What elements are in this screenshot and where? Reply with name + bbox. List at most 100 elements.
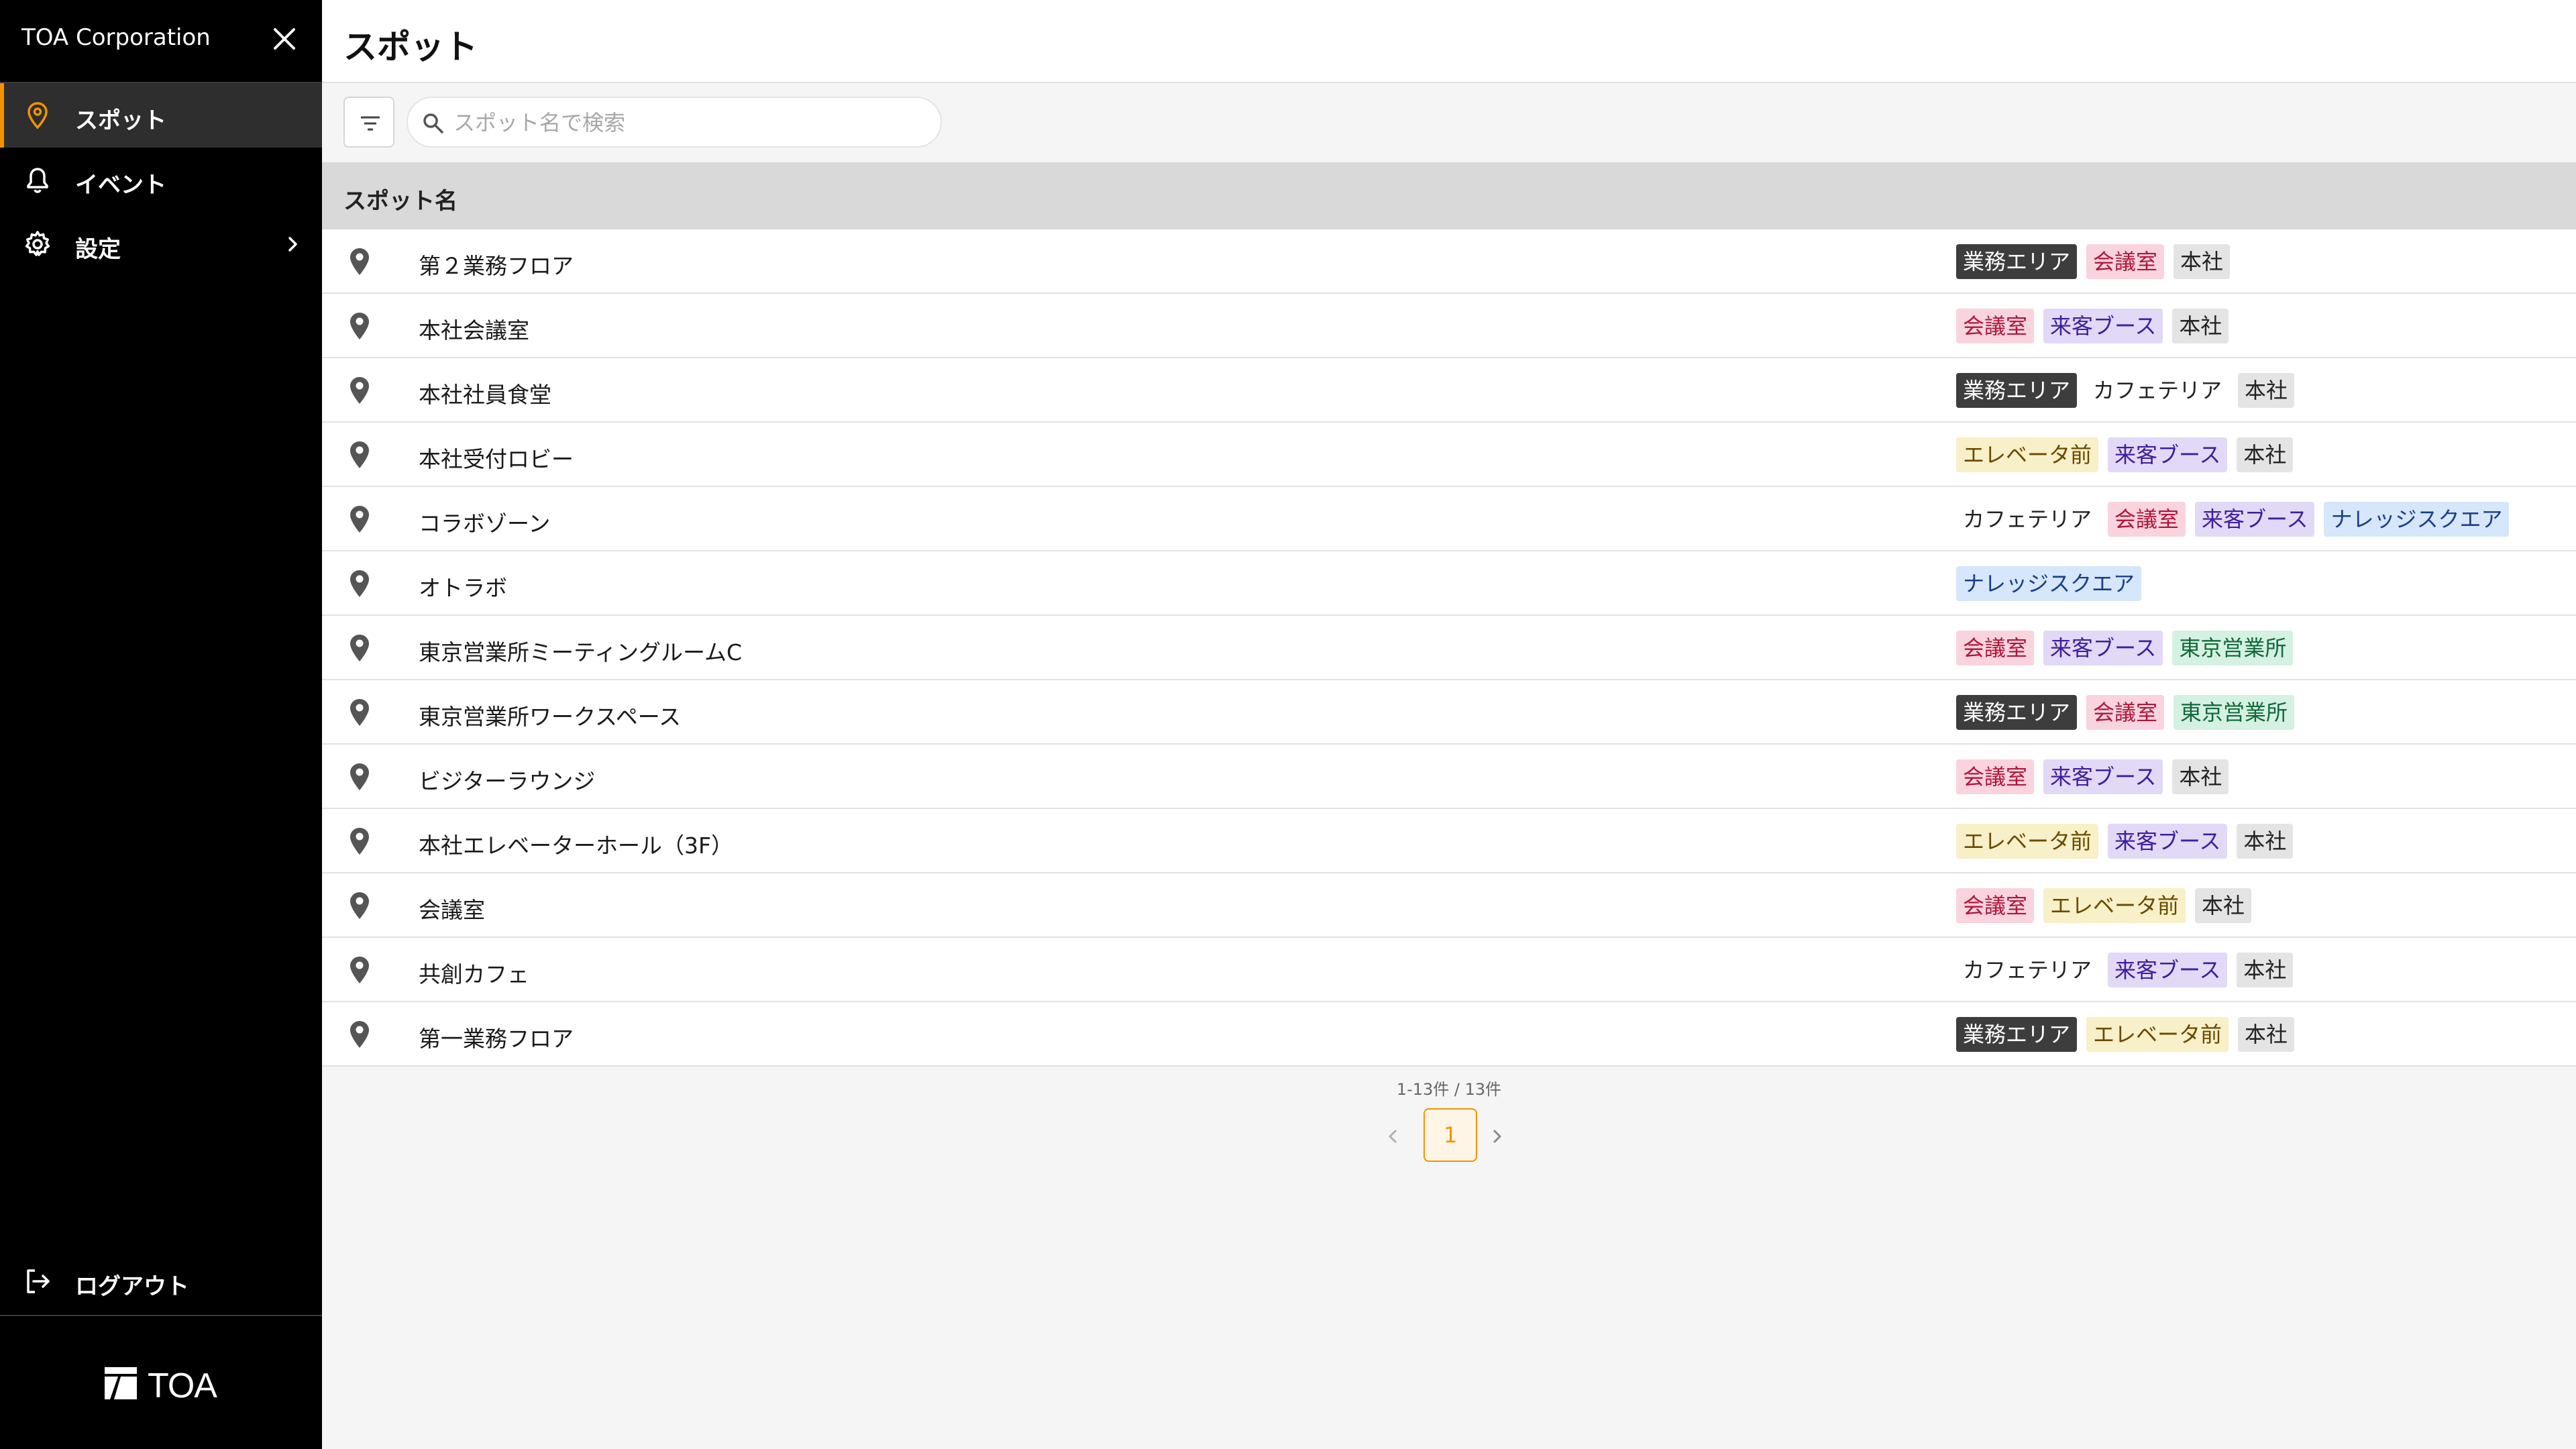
logout-button[interactable]: ログアウト xyxy=(0,1249,322,1313)
table-row[interactable]: 東京営業所ワークスペース 業務エリア 会議室 東京営業所 xyxy=(322,680,2576,745)
tag-badge: 東京営業所 xyxy=(2174,695,2295,730)
tag-badge: 業務エリア xyxy=(1956,244,2078,279)
toolbar xyxy=(322,83,2576,162)
spot-name: 東京営業所ミーティングルームC xyxy=(419,639,743,665)
tag-badge: ナレッジスクエア xyxy=(1956,566,2142,601)
location-pin-icon xyxy=(346,1018,373,1051)
divider xyxy=(0,1315,322,1316)
chevron-left-icon[interactable] xyxy=(1382,1126,1403,1147)
tag-badge: 本社 xyxy=(2237,437,2294,472)
tag-badge: 会議室 xyxy=(1956,631,2035,665)
spot-name: 本社会議室 xyxy=(419,317,529,343)
location-pin-icon xyxy=(346,825,373,857)
sidebar-item-spot[interactable]: スポット xyxy=(0,83,322,148)
close-icon[interactable] xyxy=(266,20,303,58)
location-pin-icon xyxy=(346,246,373,278)
tag-badge: 本社 xyxy=(2238,1017,2295,1052)
tag-badge: 来客ブース xyxy=(2043,759,2163,794)
column-header-spot-name[interactable]: スポット名 xyxy=(343,182,458,215)
tag-badge: 会議室 xyxy=(1956,888,2035,923)
spot-name: 本社受付ロビー xyxy=(419,446,574,472)
toa-logo: TOA xyxy=(103,1363,224,1405)
sidebar: TOA Corporation スポット イベント 設定 ログアウト TOA xyxy=(0,0,322,1449)
sidebar-item-event[interactable]: イベント xyxy=(0,148,322,212)
table-row[interactable]: コラボゾーン カフェテリア 会議室 来客ブース ナレッジスクエア xyxy=(322,487,2576,551)
tag-badge: ナレッジスクエア xyxy=(2324,502,2510,537)
table-row[interactable]: 本社会議室 会議室 来客ブース 本社 xyxy=(322,294,2576,358)
tag-badge: カフェテリア xyxy=(1956,953,2099,987)
page-header: スポット xyxy=(322,0,2576,83)
tag-list: 会議室 エレベータ前 本社 xyxy=(1956,888,2252,923)
tag-badge: エレベータ前 xyxy=(1956,824,2099,859)
location-pin-icon xyxy=(346,503,373,535)
logo-text: TOA xyxy=(148,1366,217,1405)
sidebar-header: TOA Corporation xyxy=(0,0,322,83)
sidebar-item-settings[interactable]: 設定 xyxy=(0,212,322,276)
table-header: スポット名 xyxy=(322,162,2576,229)
filter-icon xyxy=(361,116,380,131)
tag-badge: 本社 xyxy=(2195,888,2252,923)
location-pin-icon xyxy=(346,310,373,342)
search-input[interactable] xyxy=(452,106,924,140)
table-row[interactable]: 東京営業所ミーティングルームC 会議室 来客ブース 東京営業所 xyxy=(322,616,2576,680)
table-row[interactable]: 本社エレベーターホール（3F） エレベータ前 来客ブース 本社 xyxy=(322,809,2576,873)
tag-badge: エレベータ前 xyxy=(1956,437,2099,472)
table-row[interactable]: 第一業務フロア 業務エリア エレベータ前 本社 xyxy=(322,1002,2576,1067)
location-pin-icon xyxy=(346,439,373,471)
table-row[interactable]: 本社受付ロビー エレベータ前 来客ブース 本社 xyxy=(322,423,2576,487)
logout-label: ログアウト xyxy=(75,1273,189,1300)
pagination: 1 xyxy=(1382,1108,1516,1163)
spot-name: 本社エレベーターホール（3F） xyxy=(419,833,733,859)
spot-name: コラボゾーン xyxy=(419,511,551,537)
table-row[interactable]: 共創カフェ カフェテリア 来客ブース 本社 xyxy=(322,938,2576,1002)
location-pin-icon xyxy=(346,374,373,407)
logout-icon xyxy=(21,1265,54,1297)
tag-badge: 会議室 xyxy=(2086,695,2165,730)
page-title: スポット xyxy=(343,28,478,66)
tag-list: 業務エリア エレベータ前 本社 xyxy=(1956,1017,2295,1052)
spot-name: 第２業務フロア xyxy=(419,253,574,279)
table-row[interactable]: 本社社員食堂 業務エリア カフェテリア 本社 xyxy=(322,358,2576,423)
tag-badge: 会議室 xyxy=(1956,759,2035,794)
tag-badge: エレベータ前 xyxy=(2086,1017,2229,1052)
spot-name: 東京営業所ワークスペース xyxy=(419,704,682,730)
tag-badge: 本社 xyxy=(2238,373,2295,408)
table-row[interactable]: 第２業務フロア 業務エリア 会議室 本社 xyxy=(322,229,2576,294)
location-pin-icon xyxy=(21,99,54,131)
tag-list: 業務エリア 会議室 東京営業所 xyxy=(1956,695,2295,730)
chevron-right-icon xyxy=(282,233,303,255)
table-row[interactable]: 会議室 会議室 エレベータ前 本社 xyxy=(322,873,2576,938)
search-box xyxy=(407,97,942,148)
tag-list: カフェテリア 来客ブース 本社 xyxy=(1956,953,2294,987)
tag-badge: 本社 xyxy=(2172,309,2229,343)
sidebar-item-label: 設定 xyxy=(75,236,121,263)
tag-list: カフェテリア 会議室 来客ブース ナレッジスクエア xyxy=(1956,502,2510,537)
table-row[interactable]: ビジターラウンジ 会議室 来客ブース 本社 xyxy=(322,745,2576,809)
location-pin-icon xyxy=(346,890,373,922)
tag-list: ナレッジスクエア xyxy=(1956,566,2142,601)
pagination-summary: 1-13件 / 13件 xyxy=(1396,1080,1502,1099)
sidebar-item-label: スポット xyxy=(75,107,166,134)
tag-badge: 来客ブース xyxy=(2195,502,2315,537)
chevron-right-icon[interactable] xyxy=(1487,1126,1508,1147)
main-content: スポット スポット名 第２業務フロア業務エリア会議室本社本社会議室会議室来客ブー… xyxy=(322,0,2576,1449)
tag-badge: 来客ブース xyxy=(2108,824,2228,859)
location-pin-icon xyxy=(346,632,373,664)
table-row[interactable]: オトラボ ナレッジスクエア xyxy=(322,551,2576,616)
tag-badge: 来客ブース xyxy=(2043,309,2163,343)
filter-button[interactable] xyxy=(343,97,394,148)
tag-list: 会議室 来客ブース 本社 xyxy=(1956,309,2229,343)
tag-badge: 来客ブース xyxy=(2043,631,2163,665)
tag-list: エレベータ前 来客ブース 本社 xyxy=(1956,824,2294,859)
page-button-current[interactable]: 1 xyxy=(1424,1108,1477,1162)
bell-icon xyxy=(21,164,54,196)
spot-name: ビジターラウンジ xyxy=(419,768,596,794)
tag-list: エレベータ前 来客ブース 本社 xyxy=(1956,437,2294,472)
location-pin-icon xyxy=(346,696,373,729)
tag-badge: カフェテリア xyxy=(1956,502,2099,537)
tag-list: 業務エリア カフェテリア 本社 xyxy=(1956,373,2295,408)
tag-badge: 来客ブース xyxy=(2108,437,2228,472)
spot-name: 共創カフェ xyxy=(419,961,529,987)
tag-badge: 本社 xyxy=(2174,244,2231,279)
tag-badge: 来客ブース xyxy=(2108,953,2228,987)
